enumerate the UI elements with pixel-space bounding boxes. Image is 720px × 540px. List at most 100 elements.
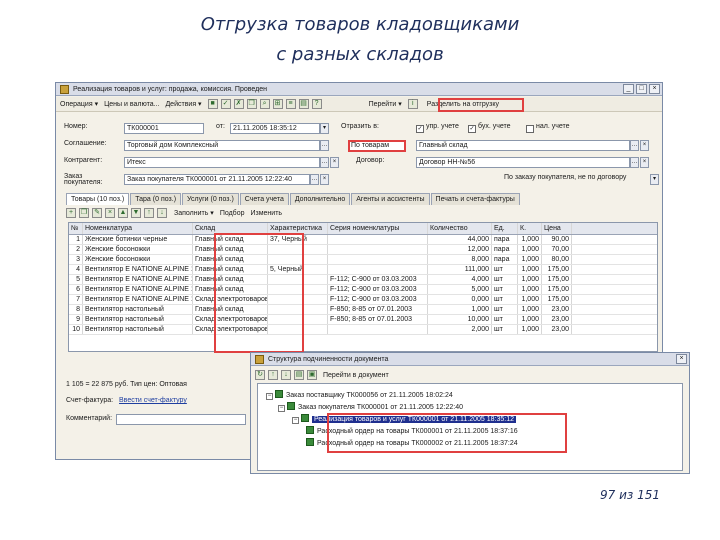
date-picker-button[interactable]: ▾ <box>320 123 329 134</box>
column-header[interactable]: К. <box>518 223 542 234</box>
order-field[interactable]: Заказ покупателя ТК000001 от 21.11.2005 … <box>124 174 310 185</box>
table-row[interactable]: 5 Вентилятор E NATIONE ALPINE 16 Главный с… <box>69 275 657 285</box>
table-cell: 70,00 <box>542 245 572 254</box>
delete-row-icon[interactable]: × <box>105 208 115 218</box>
maximize-button[interactable]: □ <box>636 84 647 94</box>
up-level-icon[interactable]: ↑ <box>268 370 278 380</box>
tab-tare[interactable]: Тара (0 поз.) <box>130 193 182 205</box>
table-row[interactable]: 6 Вентилятор E NATIONE ALPINE 16 Главный с… <box>69 285 657 295</box>
column-header[interactable]: Номенклатура <box>83 223 193 234</box>
table-cell: 175,00 <box>542 265 572 274</box>
date-field[interactable]: 21.11.2005 18:35:12 <box>230 123 320 134</box>
go-to-document-button[interactable]: Перейти в документ <box>323 372 389 379</box>
table-cell: 23,00 <box>542 315 572 324</box>
reflect-upr-checkbox[interactable]: ✓ <box>416 125 424 133</box>
actions-menu[interactable]: Действия ▾ <box>165 100 201 108</box>
order-label: Заказ покупателя: <box>64 173 103 186</box>
table-row[interactable]: 3 Женские босоножки Главный склад 8,000 пара… <box>69 255 657 265</box>
tab-print[interactable]: Печать и счета-фактуры <box>430 193 520 205</box>
open-document-icon[interactable]: ▣ <box>307 370 317 380</box>
column-header[interactable]: Серия номенклатуры <box>328 223 428 234</box>
contract-clear-button[interactable]: × <box>640 157 649 168</box>
structure-icon[interactable]: ⊞ <box>272 99 283 109</box>
sort-asc-icon[interactable]: ↑ <box>144 208 154 218</box>
refresh-icon[interactable]: ↻ <box>255 370 265 380</box>
warehouse-clear-button[interactable]: × <box>640 140 649 151</box>
structure-close-button[interactable]: × <box>676 354 687 364</box>
print-tree-icon[interactable]: ▤ <box>294 370 304 380</box>
order-hint-button[interactable]: ▾ <box>650 174 659 185</box>
goods-table-header: № Номенклатура Склад Характеристика Серия но… <box>69 223 657 235</box>
tree-node[interactable]: − Заказ покупателя ТК000001 от 21.11.2005… <box>278 402 463 412</box>
edit-row-icon[interactable]: ✎ <box>92 208 102 218</box>
table-row[interactable]: 8 Вентилятор настольный Главный склад F-850… <box>69 305 657 315</box>
copy-icon[interactable]: ❐ <box>246 99 257 109</box>
contragent-field[interactable]: Итекс <box>124 157 320 168</box>
add-row-icon[interactable]: + <box>66 208 76 218</box>
reflect-buh-checkbox[interactable]: ✓ <box>468 125 476 133</box>
unpost-icon[interactable]: ✗ <box>233 99 244 109</box>
comment-field[interactable] <box>116 414 246 425</box>
table-row[interactable]: 2 Женские босоножки Главный склад 12,000 пар… <box>69 245 657 255</box>
movements-icon[interactable]: ≡ <box>285 99 296 109</box>
order-select-button[interactable]: … <box>310 174 319 185</box>
info-icon[interactable]: i <box>407 99 418 109</box>
operation-menu[interactable]: Операция ▾ <box>60 100 98 108</box>
contract-label: Договор: <box>356 157 385 164</box>
order-clear-button[interactable]: × <box>320 174 329 185</box>
column-header[interactable]: Ед. <box>492 223 518 234</box>
tab-accounts[interactable]: Счета учета <box>239 193 289 205</box>
tab-agents[interactable]: Агенты и ассистенты <box>351 193 430 205</box>
move-up-icon[interactable]: ▲ <box>118 208 128 218</box>
warehouse-field[interactable]: Главный склад <box>416 140 630 151</box>
change-button[interactable]: Изменить <box>250 210 282 217</box>
contragent-clear-button[interactable]: × <box>330 157 339 168</box>
down-level-icon[interactable]: ↓ <box>281 370 291 380</box>
agreement-select-button[interactable]: … <box>320 140 329 151</box>
collapse-icon[interactable]: − <box>266 393 273 400</box>
pick-button[interactable]: Подбор <box>220 210 245 217</box>
table-cell: 1,000 <box>518 265 542 274</box>
minimize-button[interactable]: _ <box>623 84 634 94</box>
document-tabs: Товары (10 поз.) Тара (0 поз.) Услуги (0… <box>66 193 521 205</box>
copy-row-icon[interactable]: ❐ <box>79 208 89 218</box>
table-row[interactable]: 9 Вентилятор настольный Склад электротовар… <box>69 315 657 325</box>
column-header[interactable]: № <box>69 223 83 234</box>
tab-additional[interactable]: Дополнительно <box>289 193 351 205</box>
table-row[interactable]: 4 Вентилятор E NATIONE ALPINE 16 Главный с… <box>69 265 657 275</box>
contragent-select-button[interactable]: … <box>320 157 329 168</box>
table-row[interactable]: 1 Женские ботинки черные Главный склад 37, … <box>69 235 657 245</box>
document-icon <box>60 84 69 94</box>
slide-title-line2: с разных складов <box>276 44 444 65</box>
print-icon[interactable]: ▤ <box>298 99 309 109</box>
table-row[interactable]: 10 Вентилятор настольный Склад электротова… <box>69 325 657 335</box>
move-down-icon[interactable]: ▼ <box>131 208 141 218</box>
tree-node[interactable]: − Заказ поставщику ТК000056 от 21.11.2005… <box>266 390 453 400</box>
table-cell: 1,000 <box>518 245 542 254</box>
help-icon[interactable]: ? <box>311 99 322 109</box>
save-icon[interactable]: ■ <box>207 99 218 109</box>
reflect-nal-checkbox[interactable] <box>526 125 534 133</box>
highlight-split-button <box>438 98 524 112</box>
warehouse-select-button[interactable]: … <box>630 140 639 151</box>
table-row[interactable]: 7 Вентилятор E NATIONE ALPINE 16 Склад эле… <box>69 295 657 305</box>
go-menu[interactable]: Перейти ▾ <box>369 100 402 108</box>
collapse-icon[interactable]: − <box>278 405 285 412</box>
column-header[interactable]: Цена <box>542 223 572 234</box>
contract-select-button[interactable]: … <box>630 157 639 168</box>
tab-services[interactable]: Услуги (0 поз.) <box>182 193 239 205</box>
collapse-icon[interactable]: − <box>292 417 299 424</box>
sort-desc-icon[interactable]: ↓ <box>157 208 167 218</box>
table-cell: 175,00 <box>542 285 572 294</box>
find-icon[interactable]: ⌕ <box>259 99 270 109</box>
tab-goods[interactable]: Товары (10 поз.) <box>66 193 130 205</box>
fill-menu[interactable]: Заполнить ▾ <box>174 209 214 217</box>
invoice-link[interactable]: Ввести счет-фактуру <box>119 397 187 404</box>
contract-field[interactable]: Договор НН-№56 <box>416 157 630 168</box>
close-button[interactable]: × <box>649 84 660 94</box>
number-field[interactable]: ТК000001 <box>124 123 204 134</box>
post-icon[interactable]: ✓ <box>220 99 231 109</box>
prices-button[interactable]: Цены и валюта... <box>104 101 159 108</box>
column-header[interactable]: Количество <box>428 223 492 234</box>
agreement-field[interactable]: Торговый дом Комплексный <box>124 140 320 151</box>
